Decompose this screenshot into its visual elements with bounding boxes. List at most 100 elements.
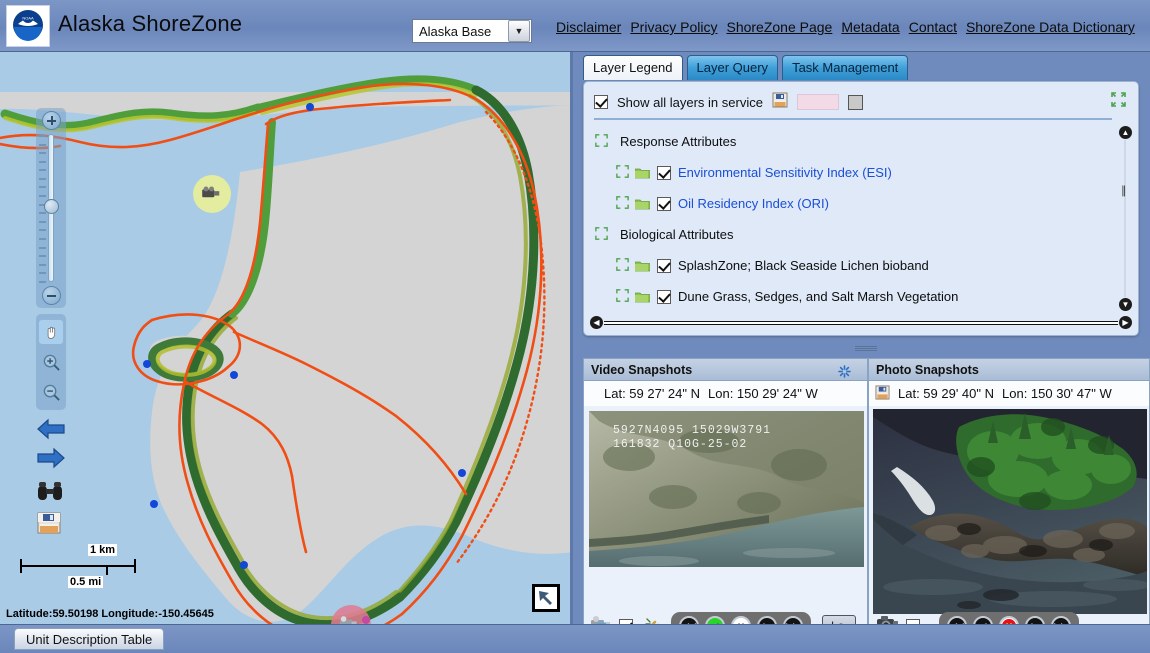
video-overlay-line2: 161832 Q10G-25-02 bbox=[613, 438, 747, 451]
video-frame-image[interactable]: 5927N4095 15029W3791 161832 Q10G-25-02 bbox=[589, 411, 864, 567]
floppy-disk-icon[interactable] bbox=[772, 92, 788, 113]
legend-group-biological-attributes[interactable]: Biological Attributes bbox=[588, 219, 1116, 250]
folder-icon[interactable] bbox=[634, 167, 651, 179]
expand-arrows-icon[interactable] bbox=[595, 133, 608, 150]
scrollbar-track bbox=[1124, 140, 1126, 297]
link-contact[interactable]: Contact bbox=[909, 19, 957, 35]
map-coordinates-readout: Latitude:59.50198 Longitude:-150.45645 bbox=[6, 608, 214, 620]
svg-text:NOAA: NOAA bbox=[22, 16, 34, 21]
expand-arrows-icon[interactable] bbox=[1111, 92, 1126, 112]
video-panel-title: Video Snapshots bbox=[584, 359, 867, 381]
legend-layer-label[interactable]: Oil Residency Index (ORI) bbox=[678, 196, 829, 211]
tab-layer-legend[interactable]: Layer Legend bbox=[583, 55, 683, 80]
expand-arrows-icon[interactable] bbox=[595, 226, 608, 243]
page-title: Alaska ShoreZone bbox=[58, 11, 243, 36]
tab-task-management[interactable]: Task Management bbox=[782, 55, 909, 80]
video-lon-label: Lon: 150 29' 24" W bbox=[708, 386, 818, 401]
scroll-down-button[interactable]: ▼ bbox=[1119, 298, 1132, 311]
scroll-left-button[interactable]: ◀ bbox=[590, 316, 603, 329]
map-mode-panel bbox=[36, 314, 66, 410]
legend-layer-checkbox[interactable] bbox=[657, 196, 671, 211]
map-viewport[interactable]: 1 km 0.5 mi Latitude:59.50198 Longitude:… bbox=[0, 52, 573, 624]
legend-group-label: Biological Attributes bbox=[620, 227, 734, 242]
expand-arrows-icon[interactable] bbox=[616, 288, 629, 305]
blue-right-arrow-icon[interactable] bbox=[36, 446, 66, 472]
bottom-bar: Unit Description Table bbox=[0, 624, 1150, 653]
legend-layer-label[interactable]: SplashZone; Black Seaside Lichen bioband bbox=[678, 258, 929, 273]
link-privacy-policy[interactable]: Privacy Policy bbox=[630, 19, 717, 35]
legend-layer-label[interactable]: Environmental Sensitivity Index (ESI) bbox=[678, 165, 892, 180]
blue-left-arrow-icon[interactable] bbox=[36, 417, 66, 443]
map-scalebar: 1 km 0.5 mi bbox=[14, 540, 174, 590]
expand-arrows-icon[interactable] bbox=[616, 195, 629, 212]
legend-layer-ori[interactable]: Oil Residency Index (ORI) bbox=[588, 188, 1116, 219]
video-overlay-line1: 5927N4095 15029W3791 bbox=[613, 424, 771, 437]
map-nav-arrows bbox=[36, 417, 66, 537]
legend-group-response-attributes[interactable]: Response Attributes bbox=[588, 126, 1116, 157]
legend-region: Layer Legend Layer Query Task Management… bbox=[576, 52, 1150, 344]
app-header: NOAA Alaska ShoreZone Alaska Base ▼ Disc… bbox=[0, 0, 1150, 52]
photo-snapshots-panel: Photo Snapshots Lat: 59 29' 40" N Lon: 1… bbox=[868, 358, 1150, 644]
header-nav-links: Disclaimer Privacy Policy ShoreZone Page… bbox=[556, 19, 1142, 35]
link-metadata[interactable]: Metadata bbox=[841, 19, 899, 35]
zoom-out-button[interactable] bbox=[41, 286, 61, 305]
expand-arrows-icon[interactable] bbox=[616, 164, 629, 181]
magnifier-plus-icon[interactable] bbox=[38, 349, 64, 375]
map-tool-column bbox=[36, 108, 66, 537]
map-graphic[interactable] bbox=[0, 52, 573, 624]
scroll-right-button[interactable]: ▶ bbox=[1119, 316, 1132, 329]
link-shorezone-data-dictionary[interactable]: ShoreZone Data Dictionary bbox=[966, 19, 1135, 35]
expand-arrows-icon[interactable] bbox=[616, 257, 629, 274]
legend-layer-checkbox[interactable] bbox=[657, 165, 671, 180]
scroll-up-button[interactable]: ▲ bbox=[1119, 126, 1132, 139]
folder-icon[interactable] bbox=[634, 260, 651, 272]
legend-group-label: Response Attributes bbox=[620, 134, 737, 149]
scalebar-bar bbox=[14, 559, 174, 575]
magnifier-minus-icon[interactable] bbox=[38, 379, 64, 405]
legend-layer-label[interactable]: Dune Grass, Sedges, and Salt Marsh Veget… bbox=[678, 289, 958, 304]
basemap-select-value: Alaska Base bbox=[419, 23, 492, 39]
legend-layer-checkbox[interactable] bbox=[657, 258, 671, 273]
show-all-layers-label: Show all layers in service bbox=[617, 94, 763, 110]
legend-layer-esi[interactable]: Environmental Sensitivity Index (ESI) bbox=[588, 157, 1116, 188]
photo-lon-label: Lon: 150 30' 47" W bbox=[1002, 386, 1112, 401]
zoom-slider[interactable] bbox=[39, 134, 59, 283]
zoom-slider-thumb[interactable] bbox=[44, 199, 59, 214]
loading-spinner-icon bbox=[838, 365, 851, 378]
folder-icon[interactable] bbox=[634, 291, 651, 303]
noaa-logo-icon: NOAA bbox=[6, 5, 50, 47]
legend-horizontal-scrollbar[interactable]: ◀ ▶ bbox=[590, 316, 1132, 330]
tab-layer-query[interactable]: Layer Query bbox=[686, 55, 779, 80]
legend-layer-list: Response Attributes Environmental Sensit… bbox=[588, 126, 1116, 311]
panel-resize-grip[interactable] bbox=[855, 345, 877, 351]
link-shorezone-page[interactable]: ShoreZone Page bbox=[726, 19, 832, 35]
scrollbar-thumb[interactable]: ∥ bbox=[1121, 184, 1128, 197]
video-coordinates: Lat: 59 27' 24" N Lon: 150 29' 24" W bbox=[584, 365, 867, 406]
chevron-down-icon[interactable]: ▼ bbox=[508, 20, 530, 42]
floppy-disk-icon[interactable] bbox=[875, 384, 890, 403]
legend-layer-checkbox[interactable] bbox=[657, 289, 671, 304]
legend-layer-dune-grass[interactable]: Dune Grass, Sedges, and Salt Marsh Veget… bbox=[588, 281, 1116, 311]
legend-vertical-scrollbar[interactable]: ▲ ∥ ▼ bbox=[1119, 126, 1132, 311]
zoom-slider-panel bbox=[36, 108, 66, 308]
unit-description-table-tab[interactable]: Unit Description Table bbox=[14, 628, 165, 650]
legend-tabstrip: Layer Legend Layer Query Task Management bbox=[583, 55, 909, 80]
zoom-in-button[interactable] bbox=[41, 111, 61, 130]
application-window: NOAA Alaska ShoreZone Alaska Base ▼ Disc… bbox=[0, 0, 1150, 653]
pink-color-swatch[interactable] bbox=[796, 94, 839, 110]
basemap-select[interactable]: Alaska Base ▼ bbox=[412, 19, 532, 43]
scalebar-mi-label: 0.5 mi bbox=[68, 576, 104, 588]
show-all-layers-checkbox[interactable] bbox=[594, 95, 608, 109]
northwest-arrow-icon[interactable] bbox=[532, 584, 560, 612]
gray-color-swatch[interactable] bbox=[847, 94, 863, 110]
video-lat-label: Lat: 59 27' 24" N bbox=[604, 386, 700, 401]
binoculars-icon[interactable] bbox=[36, 479, 66, 505]
folder-icon[interactable] bbox=[634, 198, 651, 210]
scalebar-km-label: 1 km bbox=[88, 544, 118, 556]
legend-layer-splashzone[interactable]: SplashZone; Black Seaside Lichen bioband bbox=[588, 250, 1116, 281]
floppy-disk-icon[interactable] bbox=[36, 511, 66, 537]
hand-icon[interactable] bbox=[38, 319, 64, 345]
photo-frame-image[interactable] bbox=[873, 409, 1147, 614]
legend-toolbar: Show all layers in service bbox=[594, 89, 1128, 115]
link-disclaimer[interactable]: Disclaimer bbox=[556, 19, 621, 35]
